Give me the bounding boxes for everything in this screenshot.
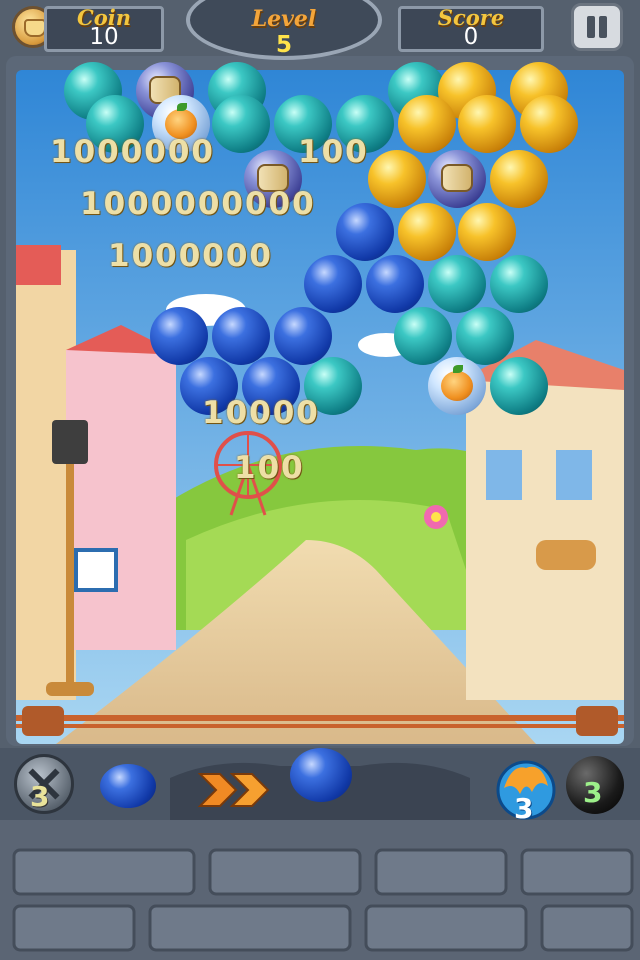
game-screen: 1000000 100 1000000000 1000000 10000 100…: [0, 0, 640, 960]
bubble-teal: [490, 255, 548, 313]
bubble-yellow: [458, 95, 516, 153]
deadline-rope: [16, 715, 624, 721]
score-popup: 100: [234, 450, 305, 486]
pause-button[interactable]: [571, 3, 623, 51]
level-indicator: Level 5: [186, 0, 382, 60]
next-bubble[interactable]: [100, 764, 156, 808]
score-counter: Score 0: [398, 5, 544, 52]
bubble-blue: [304, 255, 362, 313]
bubble-yellow: [398, 95, 456, 153]
score-popup: 1000000: [108, 238, 273, 274]
swap-count: 3: [30, 780, 50, 813]
bubble-fruit: [428, 357, 486, 415]
bubble-yellow: [368, 150, 426, 208]
bubble-teal: [212, 95, 270, 153]
stone-wall: [0, 820, 640, 960]
bomb-count: 3: [583, 776, 603, 809]
bubble-blue: [150, 307, 208, 365]
drum-icon: [441, 164, 473, 192]
bubble-blue: [212, 307, 270, 365]
level-value: 5: [275, 32, 292, 58]
bubble-teal: [428, 255, 486, 313]
orange-icon: [441, 365, 473, 401]
building-right: [466, 380, 624, 700]
level-label: Level: [251, 6, 317, 32]
score-popup: 100: [298, 134, 369, 170]
coin-value: 10: [89, 24, 119, 50]
score-popup: 1000000000: [80, 186, 316, 222]
building-left: [66, 350, 176, 650]
bubble-blue: [336, 203, 394, 261]
coin-counter: Coin 10: [44, 5, 164, 52]
bubble-teal: [394, 307, 452, 365]
bubble-drum: [428, 150, 486, 208]
current-bubble[interactable]: [290, 748, 352, 802]
bubble-yellow: [490, 150, 548, 208]
bubble-yellow: [458, 203, 516, 261]
bubble-blue: [274, 307, 332, 365]
bubble-teal: [490, 357, 548, 415]
double-arrow-icon: [198, 773, 270, 807]
score-value: 0: [463, 24, 479, 50]
score-popup: 1000000: [50, 134, 215, 170]
bubble-yellow: [398, 203, 456, 261]
bubble-blue: [366, 255, 424, 313]
bubble-teal: [456, 307, 514, 365]
bubble-yellow: [520, 95, 578, 153]
score-popup: 10000: [202, 395, 320, 431]
